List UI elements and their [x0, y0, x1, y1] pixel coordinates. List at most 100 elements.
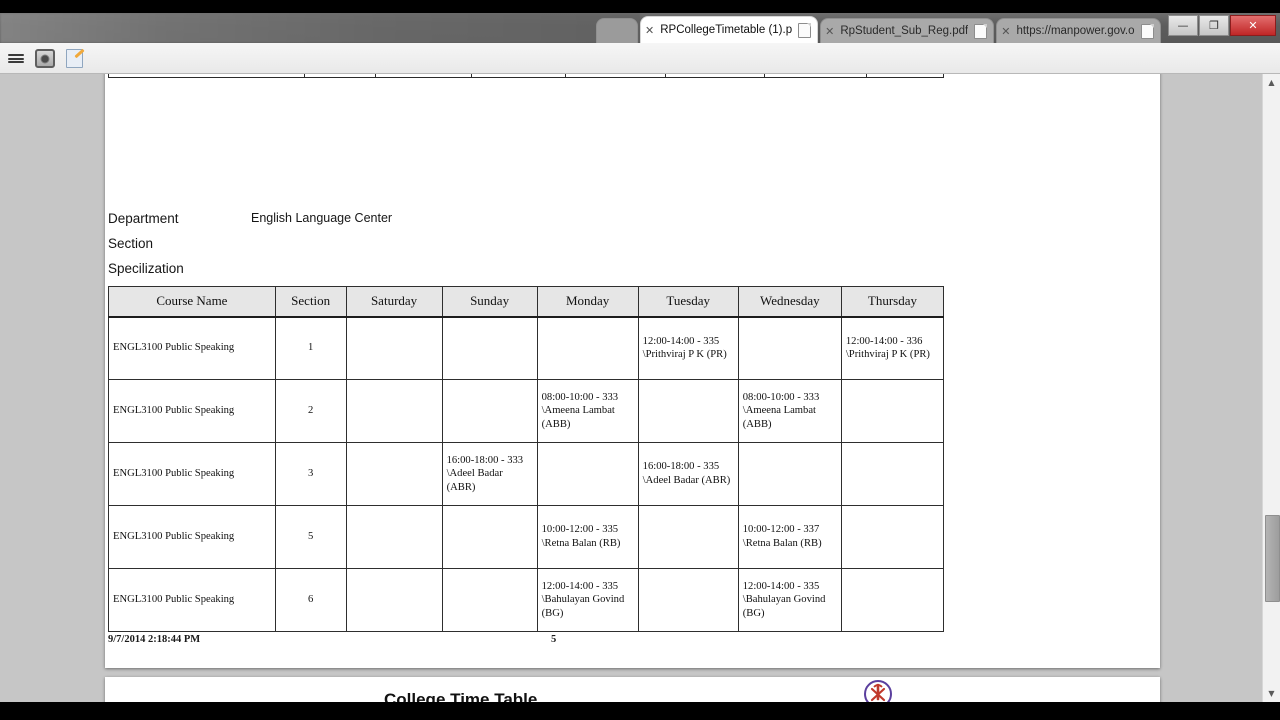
- slot-line: \Prithviraj P K (PR): [845, 349, 930, 361]
- college-crest-logo: [825, 677, 931, 702]
- col-header-wednesday: Wednesday: [737, 286, 842, 318]
- col-header-section: Section: [274, 286, 347, 318]
- cell-wednesday: 12:00-14:00 - 335 \Bahulayan Govind (BG): [737, 568, 842, 632]
- slot-line: \Bahulayan Govind: [742, 594, 826, 606]
- cell-monday: 12:00-14:00 - 335 \Bahulayan Govind (BG): [536, 568, 639, 632]
- tab-close-icon[interactable]: ✕: [645, 25, 654, 36]
- slot-line: \Bahulayan Govind: [541, 594, 625, 606]
- slot-line: (BG): [742, 607, 765, 619]
- table-row: ENGL3100 Public Speaking 1 12:00-14:00 - 3…: [108, 316, 945, 380]
- col-header-tuesday: Tuesday: [637, 286, 739, 318]
- cell-tuesday: [637, 568, 739, 632]
- slot-line: \Ameena Lambat: [742, 405, 816, 417]
- pdf-viewer[interactable]: Department English Language Center Secti…: [0, 74, 1280, 702]
- col-header-sunday: Sunday: [441, 286, 538, 318]
- slot-line: 16:00-18:00 - 335: [642, 461, 720, 473]
- screen-top-letterbox: [0, 0, 1280, 13]
- page-icon: [798, 22, 812, 38]
- window-controls: — ❐ ✕: [1168, 15, 1276, 36]
- department-label: Department: [108, 211, 179, 226]
- col-header-monday: Monday: [536, 286, 639, 318]
- table-row: ENGL3100 Public Speaking 6 12:00-14:00 - 3…: [108, 568, 945, 632]
- table-row: ENGL3100 Public Speaking 3 16:00-18:00 - 3…: [108, 442, 945, 506]
- cell-tuesday: 12:00-14:00 - 335 \Prithviraj P K (PR): [637, 316, 739, 380]
- cell-monday: 10:00-12:00 - 335 \Retna Balan (RB): [536, 505, 639, 569]
- col-header-saturday: Saturday: [345, 286, 443, 318]
- cell-course-name: ENGL3100 Public Speaking: [108, 379, 276, 443]
- tab-manpower-gov[interactable]: ✕ https://manpower.gov.o: [996, 18, 1161, 43]
- cell-course-name: ENGL3100 Public Speaking: [108, 505, 276, 569]
- tab-label: RPCollegeTimetable (1).p: [660, 24, 793, 36]
- browser-toolbar: ☆ file:///C:/Users/Majid/Downloads/RPCol…: [0, 43, 1280, 114]
- cell-saturday: [345, 568, 443, 632]
- cell-section: 6: [274, 568, 347, 632]
- tab-close-icon[interactable]: ✕: [825, 26, 834, 37]
- slot-line: 08:00-10:00 - 333: [541, 391, 619, 403]
- cell-wednesday: [737, 442, 842, 506]
- slot-line: 12:00-14:00 - 336: [845, 335, 923, 347]
- scrollbar-thumb[interactable]: [1265, 515, 1280, 602]
- slot-line: 08:00-10:00 - 333: [742, 391, 820, 403]
- cell-wednesday: 08:00-10:00 - 333 \Ameena Lambat (ABB): [737, 379, 842, 443]
- cell-monday: [536, 442, 639, 506]
- scroll-up-arrow-icon[interactable]: ▲: [1263, 74, 1280, 91]
- cell-sunday: [441, 316, 538, 380]
- cell-course-name: ENGL3100 Public Speaking: [108, 316, 276, 380]
- slot-line: (BG): [541, 607, 564, 619]
- cell-tuesday: 16:00-18:00 - 335 \Adeel Badar (ABR): [637, 442, 739, 506]
- slot-line: 12:00-14:00 - 335: [541, 580, 619, 592]
- slot-line: (ABR): [446, 481, 476, 493]
- previous-table-remnant: [108, 74, 944, 78]
- footer-timestamp: 9/7/2014 2:18:44 PM: [108, 634, 201, 645]
- cell-thursday: [840, 568, 945, 632]
- close-button[interactable]: ✕: [1230, 15, 1276, 36]
- cell-section: 2: [274, 379, 347, 443]
- slot-line: \Retna Balan (RB): [742, 538, 822, 549]
- cell-tuesday: [637, 379, 739, 443]
- page-icon: [1140, 23, 1154, 39]
- slot-line: 16:00-18:00 - 333: [446, 454, 524, 466]
- pdf-page-6: College Time Table: [105, 677, 1160, 702]
- page-icon: [974, 23, 988, 39]
- title-bar-blur-region: [0, 13, 640, 43]
- tab-blank[interactable]: [596, 18, 638, 43]
- department-value: English Language Center: [251, 211, 393, 225]
- cell-monday: [536, 316, 639, 380]
- vertical-scrollbar[interactable]: ▲ ▼: [1262, 74, 1280, 702]
- timetable-body: ENGL3100 Public Speaking 1 12:00-14:00 - 3…: [108, 316, 945, 632]
- screen: ✕ RPCollegeTimetable (1).p ✕ RpStudent_S…: [0, 0, 1280, 720]
- tab-rpcollegetimetable[interactable]: ✕ RPCollegeTimetable (1).p: [640, 16, 819, 43]
- slot-line: 12:00-14:00 - 335: [642, 335, 720, 347]
- screen-bottom-letterbox: [0, 702, 1280, 720]
- page-title: College Time Table: [384, 690, 538, 702]
- note-edit-icon[interactable]: [64, 48, 85, 68]
- timetable: Course Name Section Saturday Sunday Mond…: [108, 286, 945, 632]
- slot-line: (ABB): [742, 418, 772, 430]
- tab-label: https://manpower.gov.o: [1016, 25, 1135, 37]
- tab-strip: ✕ RPCollegeTimetable (1).p ✕ RpStudent_S…: [596, 13, 1163, 43]
- col-header-course-name: Course Name: [108, 286, 276, 318]
- col-header-thursday: Thursday: [840, 286, 945, 318]
- cell-thursday: 12:00-14:00 - 336 \Prithviraj P K (PR): [840, 316, 945, 380]
- slot-line: (ABB): [541, 418, 571, 430]
- scroll-down-arrow-icon[interactable]: ▼: [1263, 685, 1280, 702]
- hamburger-icon[interactable]: [6, 49, 26, 68]
- slot-line: \Ameena Lambat: [541, 405, 615, 417]
- cell-section: 5: [274, 505, 347, 569]
- pdf-page-5: Department English Language Center Secti…: [105, 74, 1160, 668]
- slot-line: \Adeel Badar: [446, 468, 503, 480]
- tab-close-icon[interactable]: ✕: [1001, 26, 1010, 37]
- minimize-button[interactable]: —: [1168, 15, 1198, 36]
- cell-wednesday: 10:00-12:00 - 337 \Retna Balan (RB): [737, 505, 842, 569]
- tab-label: RpStudent_Sub_Reg.pdf: [840, 25, 969, 37]
- specialization-label: Specilization: [108, 261, 184, 276]
- camera-icon[interactable]: [35, 49, 55, 68]
- cell-section: 1: [274, 316, 347, 380]
- slot-line: \Prithviraj P K (PR): [642, 349, 727, 361]
- slot-line: \Retna Balan (RB): [541, 538, 621, 549]
- footer-page-number: 5: [551, 634, 557, 645]
- tab-rpstudent-sub-reg[interactable]: ✕ RpStudent_Sub_Reg.pdf: [820, 18, 995, 43]
- cell-sunday: [441, 379, 538, 443]
- maximize-button[interactable]: ❐: [1199, 15, 1229, 36]
- slot-line: 10:00-12:00 - 337: [742, 524, 820, 536]
